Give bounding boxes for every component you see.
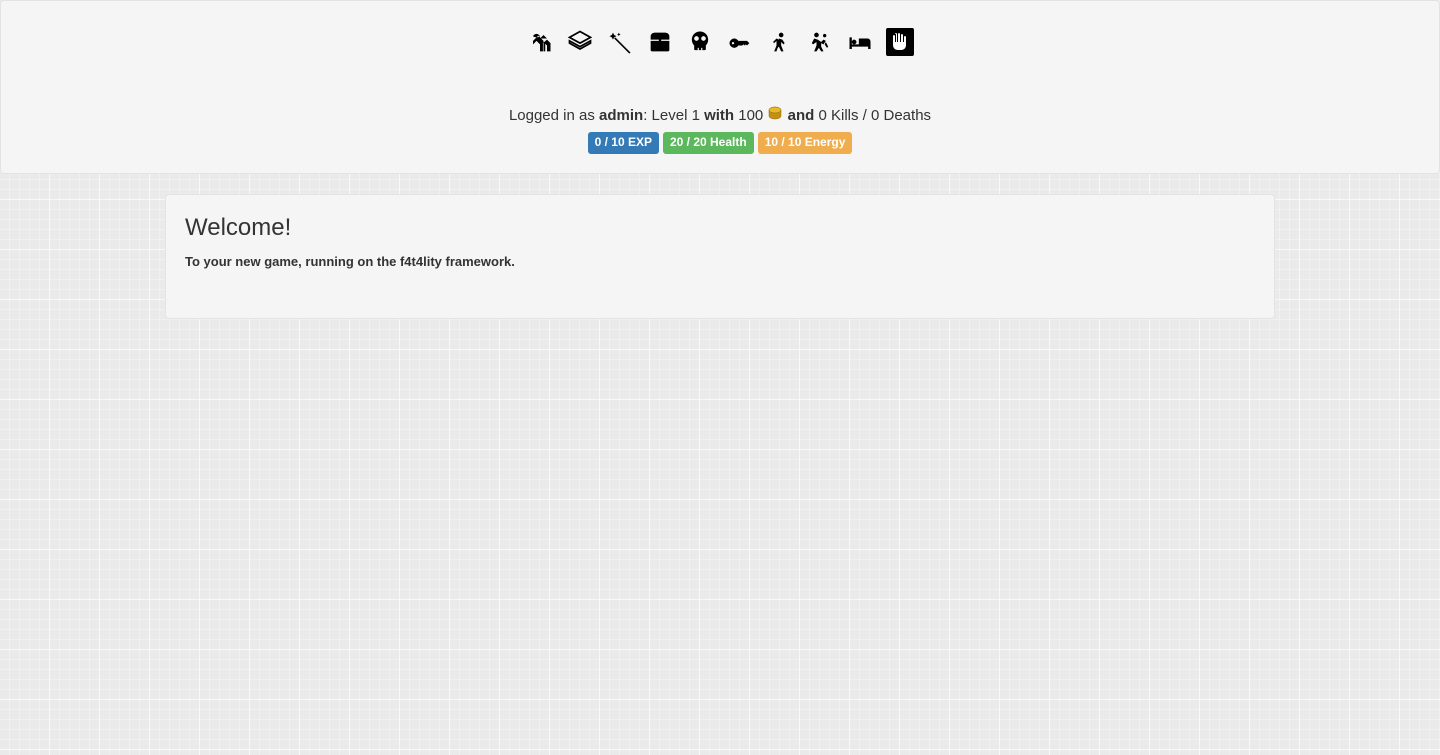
- wand-icon: [606, 28, 634, 56]
- badges: 0 / 10 EXP 20 / 20 Health 10 / 10 Energy: [20, 132, 1420, 154]
- page-subtitle: To your new game, running on the f4t4lit…: [185, 254, 1255, 269]
- nav-icons: [20, 28, 1420, 56]
- header: Logged in as admin: Level 1 with 100 and…: [0, 0, 1440, 174]
- level-value: 1: [692, 107, 700, 124]
- hand-stop-icon: [888, 28, 912, 56]
- logged-in-label: Logged in as: [509, 107, 599, 124]
- gold-value: 100: [738, 107, 763, 124]
- coin-icon: [767, 106, 783, 122]
- walker-icon: [766, 28, 794, 56]
- nav-chest[interactable]: [646, 28, 674, 56]
- exp-badge: 0 / 10 EXP: [588, 132, 659, 154]
- health-badge: 20 / 20 Health: [663, 132, 754, 154]
- book-icon: [566, 28, 594, 56]
- nav-wand[interactable]: [606, 28, 634, 56]
- page-title: Welcome!: [185, 214, 1255, 242]
- key-icon: [726, 28, 754, 56]
- level-prefix: : Level: [643, 107, 691, 124]
- deaths-word: Deaths: [879, 107, 931, 124]
- nav-key[interactable]: [726, 28, 754, 56]
- bed-icon: [846, 28, 874, 56]
- nav-bed[interactable]: [846, 28, 874, 56]
- skull-icon: [686, 28, 714, 56]
- nav-book[interactable]: [566, 28, 594, 56]
- nav-fight[interactable]: [806, 28, 834, 56]
- kills-value: 0: [818, 107, 826, 124]
- village-icon: [526, 28, 554, 56]
- with-word: with: [700, 107, 738, 124]
- status-line: Logged in as admin: Level 1 with 100 and…: [20, 106, 1420, 124]
- and-word: and: [788, 107, 819, 124]
- energy-badge: 10 / 10 Energy: [758, 132, 853, 154]
- nav-stop[interactable]: [886, 28, 914, 56]
- kills-word: Kills /: [827, 107, 871, 124]
- nav-walker[interactable]: [766, 28, 794, 56]
- nav-skull[interactable]: [686, 28, 714, 56]
- welcome-panel: Welcome! To your new game, running on th…: [165, 194, 1275, 319]
- nav-village[interactable]: [526, 28, 554, 56]
- username: admin: [599, 107, 643, 124]
- fight-icon: [806, 28, 834, 56]
- main-container: Welcome! To your new game, running on th…: [150, 194, 1290, 319]
- chest-icon: [646, 28, 674, 56]
